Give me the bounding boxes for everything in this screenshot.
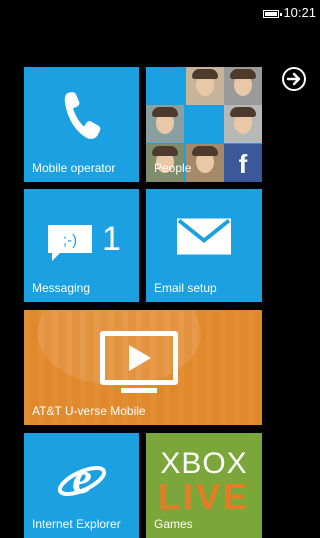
tile-phone[interactable]: Mobile operator — [24, 67, 139, 182]
tile-label: Internet Explorer — [32, 517, 121, 531]
tile-label: Mobile operator — [32, 161, 116, 175]
tile-label: Messaging — [32, 281, 91, 295]
live-logo-text: LIVE — [157, 476, 250, 517]
internet-explorer-icon: e — [57, 454, 107, 508]
tile-uverse[interactable]: AT&T U-verse Mobile — [24, 310, 262, 425]
contact-photo — [224, 105, 262, 143]
tile-label: Games — [154, 517, 193, 531]
tile-internet-explorer[interactable]: e Internet Explorer — [24, 433, 139, 538]
phone-icon — [62, 90, 102, 145]
xbox-logo-text: XBOX — [160, 447, 248, 480]
svg-text:e: e — [72, 457, 92, 503]
tile-messaging[interactable]: ;-) 1 Messaging — [24, 189, 139, 302]
status-bar: 10:21 — [0, 0, 320, 28]
tv-play-icon — [100, 331, 178, 393]
tile-email[interactable]: Email setup — [146, 189, 262, 302]
contact-photo — [186, 144, 224, 182]
tile-label: Email setup — [154, 281, 217, 295]
contact-photo — [146, 105, 184, 143]
message-count: 1 — [102, 220, 121, 258]
tile-label: AT&T U-verse Mobile — [32, 404, 146, 418]
contact-photo — [224, 67, 262, 105]
envelope-icon — [177, 218, 231, 259]
facebook-icon: f — [224, 144, 262, 182]
tile-label: People — [154, 161, 192, 175]
tile-xbox-live[interactable]: XBOX LIVE Games — [146, 433, 262, 538]
svg-text:;-): ;-) — [63, 232, 77, 249]
messaging-icon: ;-) — [46, 223, 94, 268]
battery-icon — [263, 10, 282, 18]
tile-people[interactable]: f People — [146, 67, 262, 182]
contact-photo — [186, 67, 224, 105]
clock: 10:21 — [283, 5, 316, 20]
arrow-right-circle-icon[interactable] — [282, 67, 306, 91]
